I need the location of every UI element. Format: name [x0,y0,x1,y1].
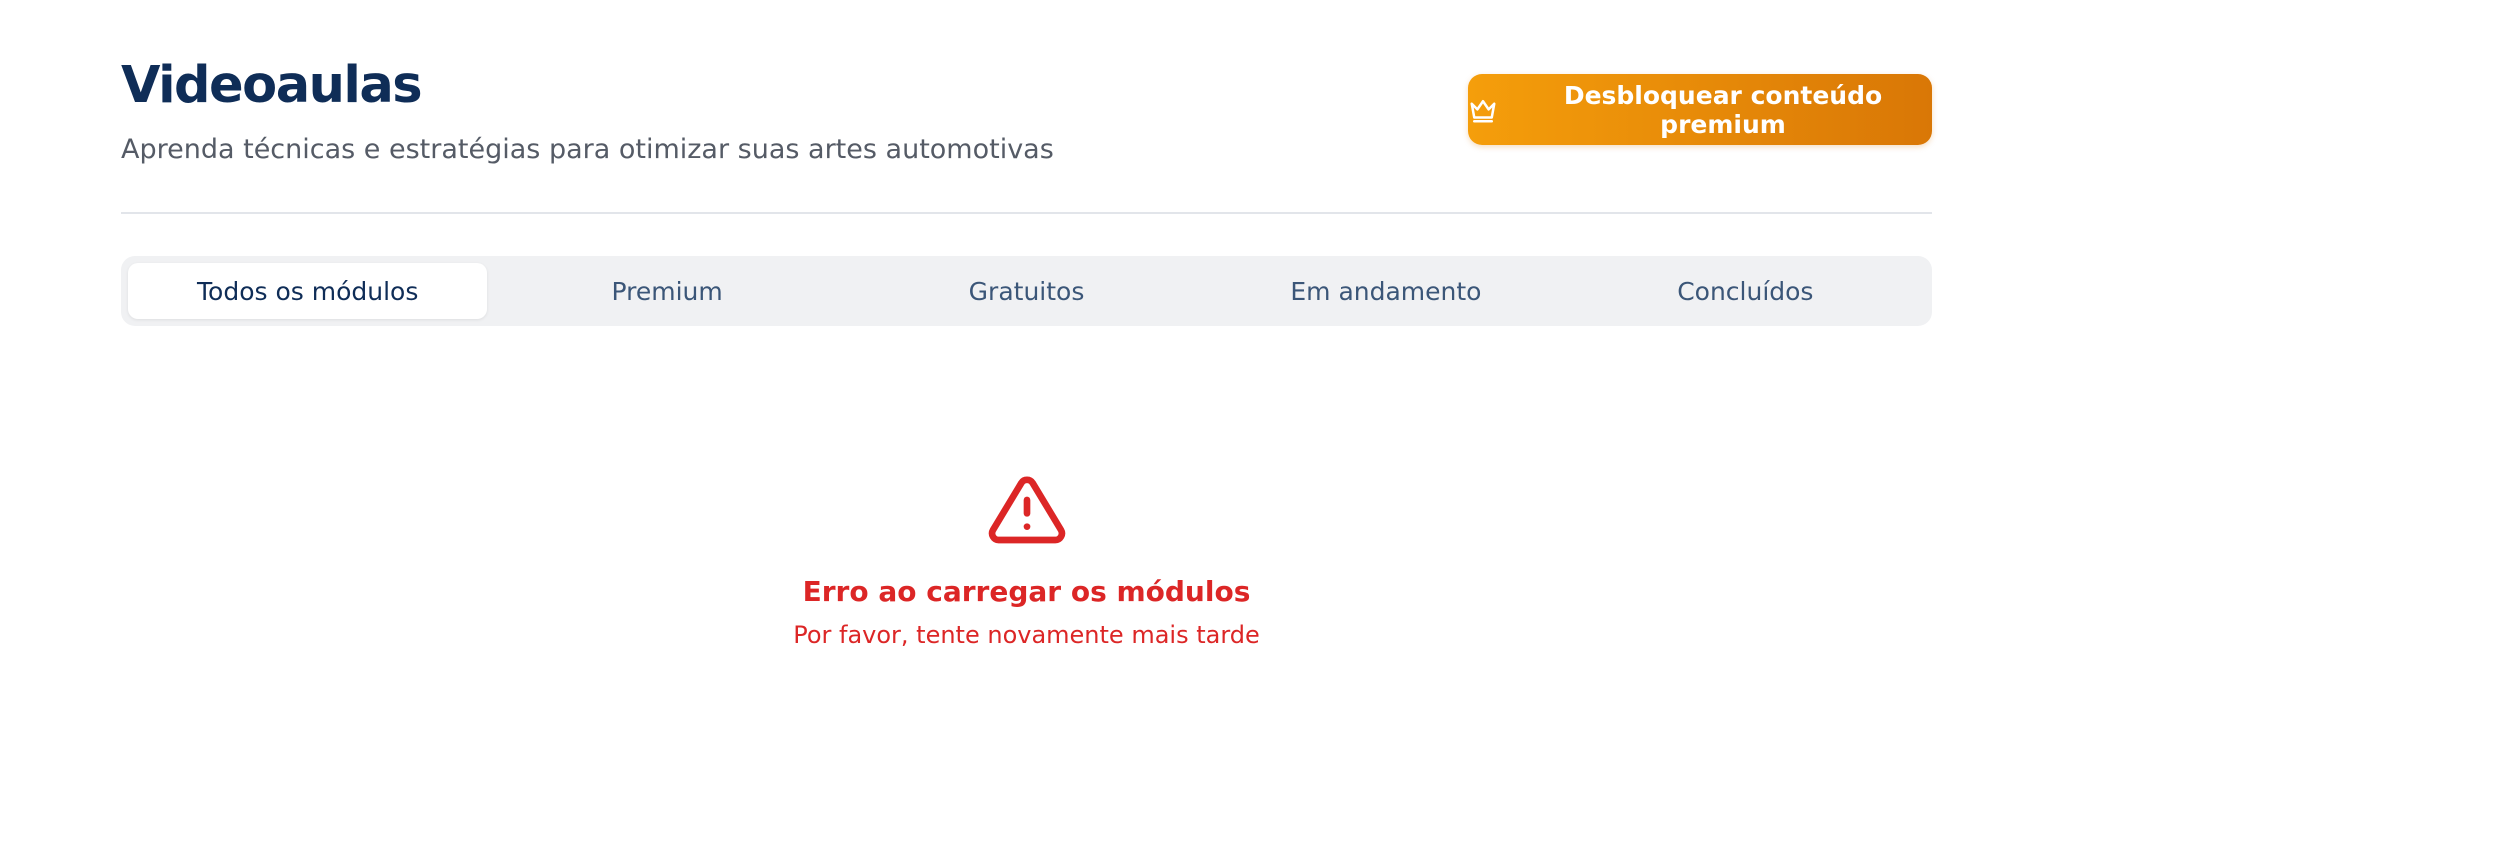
page-title: Videoaulas [121,56,423,115]
error-title: Erro ao carregar os módulos [802,575,1251,608]
unlock-premium-button[interactable]: Desbloquear conteúdo premium [1468,74,1932,145]
warning-triangle-icon [985,470,1069,550]
tab-todos-os-modulos[interactable]: Todos os módulos [128,263,488,319]
page: Videoaulas Aprenda técnicas e estratégia… [0,0,2514,859]
tab-em-andamento[interactable]: Em andamento [1206,263,1565,319]
crown-icon [1468,95,1498,125]
videoaulas-container: Videoaulas Aprenda técnicas e estratégia… [121,50,1932,649]
error-state: Erro ao carregar os módulos Por favor, t… [121,470,1932,652]
unlock-premium-label: Desbloquear conteúdo premium [1563,80,1883,139]
module-filter-tabs: Todos os módulos Premium Gratuitos Em an… [121,256,1932,326]
tab-premium[interactable]: Premium [487,263,846,319]
error-message: Por favor, tente novamente mais tarde [793,621,1260,649]
page-header: Videoaulas Aprenda técnicas e estratégia… [121,50,1932,214]
tab-gratuitos[interactable]: Gratuitos [847,263,1206,319]
tab-concluidos[interactable]: Concluídos [1566,263,1925,319]
page-subtitle: Aprenda técnicas e estratégias para otim… [121,134,1054,165]
